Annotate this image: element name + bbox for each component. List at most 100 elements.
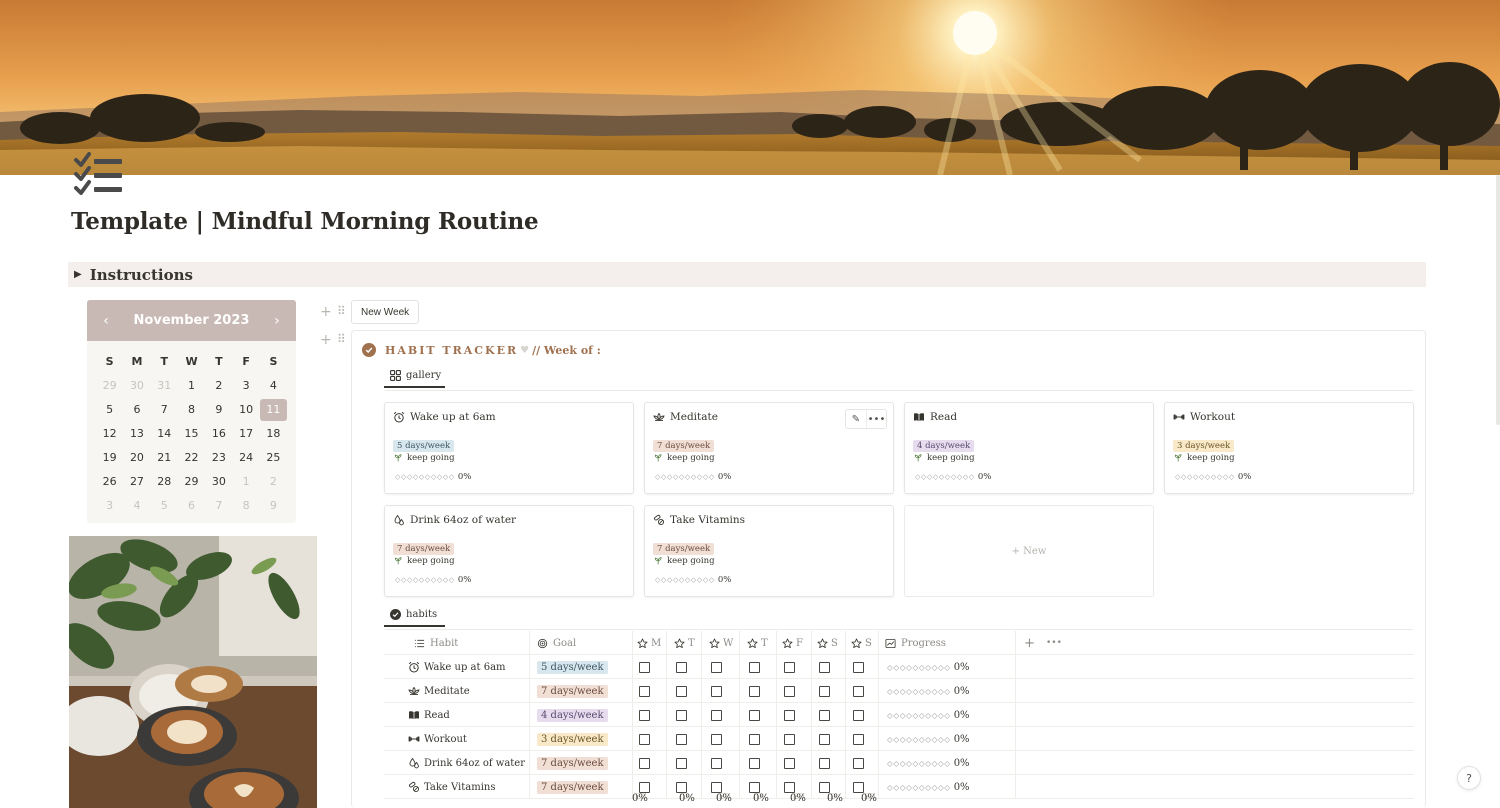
- day-checkbox[interactable]: [784, 781, 795, 793]
- drag-handle-icon[interactable]: ⠿: [337, 304, 346, 318]
- habit-name-cell[interactable]: Meditate: [408, 679, 470, 703]
- habit-card[interactable]: Workout 3 days/week keep going ◇◇◇◇◇◇◇◇◇…: [1164, 402, 1414, 494]
- day-checkbox[interactable]: [639, 661, 650, 673]
- edit-pencil-icon[interactable]: ✎: [846, 410, 866, 428]
- calendar-next-button[interactable]: ›: [270, 313, 284, 329]
- day-checkbox[interactable]: [784, 661, 795, 673]
- day-checkbox[interactable]: [819, 781, 830, 793]
- habit-name-cell[interactable]: Take Vitamins: [408, 775, 496, 799]
- day-checkbox[interactable]: [639, 709, 650, 721]
- calendar-day[interactable]: 6: [178, 494, 205, 518]
- calendar-day[interactable]: 3: [96, 494, 123, 518]
- calendar-day[interactable]: 23: [205, 446, 232, 470]
- day-checkbox[interactable]: [784, 733, 795, 745]
- column-header-day[interactable]: T: [747, 631, 768, 655]
- column-header-day[interactable]: T: [674, 631, 695, 655]
- calendar-day[interactable]: 21: [151, 446, 178, 470]
- calendar-day[interactable]: 14: [151, 422, 178, 446]
- instructions-toggle[interactable]: ▶ Instructions: [68, 262, 1426, 287]
- day-checkbox[interactable]: [819, 733, 830, 745]
- calendar-day[interactable]: 5: [96, 398, 123, 422]
- calendar-day[interactable]: 20: [123, 446, 150, 470]
- day-checkbox[interactable]: [676, 757, 687, 769]
- day-checkbox[interactable]: [711, 661, 722, 673]
- calendar-day[interactable]: 27: [123, 470, 150, 494]
- calendar-day[interactable]: 7: [205, 494, 232, 518]
- calendar-day[interactable]: 28: [151, 470, 178, 494]
- day-checkbox[interactable]: [711, 757, 722, 769]
- calendar-day[interactable]: 9: [260, 494, 287, 518]
- calendar-day[interactable]: 4: [123, 494, 150, 518]
- calendar-day[interactable]: 22: [178, 446, 205, 470]
- habit-card[interactable]: Meditate 7 days/week keep going ◇◇◇◇◇◇◇◇…: [644, 402, 894, 494]
- table-row[interactable]: Take Vitamins 7 days/week ◇◇◇◇◇◇◇◇◇◇ 0%: [384, 775, 1414, 799]
- calendar-day[interactable]: 26: [96, 470, 123, 494]
- calendar-day[interactable]: 1: [232, 470, 259, 494]
- table-row[interactable]: Read 4 days/week ◇◇◇◇◇◇◇◇◇◇ 0%: [384, 703, 1414, 727]
- scrollbar[interactable]: [1496, 175, 1500, 425]
- calendar-day[interactable]: 5: [151, 494, 178, 518]
- column-header-day[interactable]: S: [817, 631, 838, 655]
- tab-habits[interactable]: habits: [384, 609, 446, 627]
- calendar-day[interactable]: 18: [260, 422, 287, 446]
- day-checkbox[interactable]: [853, 661, 864, 673]
- add-block-icon[interactable]: +: [320, 304, 332, 320]
- calendar-day[interactable]: 30: [205, 470, 232, 494]
- add-column-icon[interactable]: +: [1024, 631, 1035, 655]
- day-checkbox[interactable]: [749, 709, 760, 721]
- day-checkbox[interactable]: [676, 733, 687, 745]
- drag-handle-icon[interactable]: ⠿: [337, 332, 346, 346]
- day-checkbox[interactable]: [711, 781, 722, 793]
- day-checkbox[interactable]: [676, 661, 687, 673]
- day-checkbox[interactable]: [711, 709, 722, 721]
- calendar-day[interactable]: 2: [260, 470, 287, 494]
- calendar-day[interactable]: 17: [232, 422, 259, 446]
- table-row[interactable]: Drink 64oz of water 7 days/week ◇◇◇◇◇◇◇◇◇◇…: [384, 751, 1414, 775]
- calendar-day[interactable]: 9: [205, 398, 232, 422]
- help-button[interactable]: ?: [1457, 766, 1481, 790]
- habit-card[interactable]: Take Vitamins 7 days/week keep going ◇◇◇…: [644, 505, 894, 597]
- column-header-progress[interactable]: Progress: [885, 631, 946, 655]
- day-checkbox[interactable]: [749, 757, 760, 769]
- goal-cell[interactable]: 7 days/week: [537, 679, 608, 703]
- day-checkbox[interactable]: [853, 781, 864, 793]
- habit-name-cell[interactable]: Drink 64oz of water: [408, 751, 525, 775]
- calendar-day[interactable]: 25: [260, 446, 287, 470]
- goal-cell[interactable]: 7 days/week: [537, 775, 608, 799]
- day-checkbox[interactable]: [853, 733, 864, 745]
- day-checkbox[interactable]: [676, 685, 687, 697]
- new-week-button[interactable]: New Week: [351, 300, 420, 324]
- day-checkbox[interactable]: [819, 709, 830, 721]
- calendar-day[interactable]: 31: [151, 374, 178, 398]
- calendar-day[interactable]: 30: [123, 374, 150, 398]
- calendar-day[interactable]: 15: [178, 422, 205, 446]
- column-header-habit[interactable]: Habit: [414, 631, 458, 655]
- habit-card[interactable]: Read 4 days/week keep going ◇◇◇◇◇◇◇◇◇◇ 0%: [904, 402, 1154, 494]
- day-checkbox[interactable]: [853, 709, 864, 721]
- calendar-day[interactable]: 1: [178, 374, 205, 398]
- calendar-day[interactable]: 29: [178, 470, 205, 494]
- day-checkbox[interactable]: [853, 685, 864, 697]
- habit-name-cell[interactable]: Workout: [408, 727, 467, 751]
- goal-cell[interactable]: 5 days/week: [537, 655, 608, 679]
- calendar-day[interactable]: 19: [96, 446, 123, 470]
- calendar-day[interactable]: 6: [123, 398, 150, 422]
- more-options-icon[interactable]: •••: [866, 410, 886, 428]
- goal-cell[interactable]: 4 days/week: [537, 703, 608, 727]
- calendar-day[interactable]: 12: [96, 422, 123, 446]
- day-checkbox[interactable]: [784, 757, 795, 769]
- day-checkbox[interactable]: [749, 661, 760, 673]
- goal-cell[interactable]: 3 days/week: [537, 727, 608, 751]
- habit-name-cell[interactable]: Read: [408, 703, 450, 727]
- tab-gallery[interactable]: gallery: [384, 370, 446, 388]
- column-header-day[interactable]: F: [782, 631, 803, 655]
- day-checkbox[interactable]: [819, 685, 830, 697]
- column-header-day[interactable]: M: [637, 631, 661, 655]
- column-header-goal[interactable]: Goal: [537, 631, 576, 655]
- day-checkbox[interactable]: [749, 781, 760, 793]
- day-checkbox[interactable]: [639, 781, 650, 793]
- day-checkbox[interactable]: [784, 709, 795, 721]
- goal-cell[interactable]: 7 days/week: [537, 751, 608, 775]
- calendar-day[interactable]: 4: [260, 374, 287, 398]
- calendar-day[interactable]: 29: [96, 374, 123, 398]
